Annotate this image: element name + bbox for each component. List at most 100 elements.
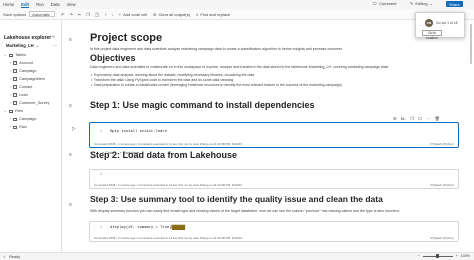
step3-heading: Step 3: Use summary tool to identify the… <box>90 194 383 204</box>
find-replace-button[interactable]: ⌕ Find and replace <box>196 12 230 17</box>
chevron-right-icon: › <box>10 85 12 89</box>
go-to-location-button[interactable]: Go to location <box>422 30 442 40</box>
notebook-app: Home Edit Run Data View 🗨 Comment ✎ Edit… <box>0 0 474 260</box>
markdown-icon[interactable]: M↓ <box>401 116 406 121</box>
collapse-section-icon[interactable]: ≡ <box>69 202 72 208</box>
comment-button[interactable]: 🗨 Comment <box>372 1 396 6</box>
chat-icon[interactable]: 🗨 <box>418 116 423 121</box>
move-up-icon[interactable]: ↑ <box>105 12 107 17</box>
cell-language[interactable]: PySpark (Python) <box>430 236 454 240</box>
tree-folder-item[interactable]: › Raw <box>10 125 27 129</box>
zoom-out-icon[interactable]: − <box>418 254 420 258</box>
move-down-icon[interactable]: ↓ <box>112 12 114 17</box>
chevron-down-icon: ⌄ <box>35 43 40 48</box>
chevron-right-icon: › <box>10 117 12 121</box>
more-icon[interactable]: ⋯ <box>53 43 57 48</box>
step2-heading: Step 2: Load data from Lakehouse <box>90 150 238 160</box>
editing-button[interactable]: ✎ Editing ⌄ <box>410 1 433 6</box>
tree-table-item[interactable]: › CampaignMem <box>10 77 45 81</box>
navigation-popup: PM Go out 1 of 18 Go to location <box>415 12 465 40</box>
line-number: 1 <box>100 173 103 177</box>
search-icon: ⌕ <box>196 11 199 17</box>
page-title: Project scope <box>90 32 163 44</box>
tree-table-item[interactable]: › Account <box>10 61 33 65</box>
objectives-heading: Objectives <box>90 53 136 63</box>
chevron-down-icon: ⌄ <box>429 1 433 6</box>
table-icon <box>13 85 18 89</box>
notebook-canvas: ≡ Project scope In this project data eng… <box>62 20 474 252</box>
toolbar: Save options Automatic ↶ ↷ ✂ ❐ 📋 ↑ ↓ + A… <box>0 9 474 20</box>
chevron-right-icon: › <box>10 77 12 81</box>
menu-bar: Home Edit Run Data View 🗨 Comment ✎ Edit… <box>0 0 474 9</box>
clear-outputs-button[interactable]: ⊘ Clear all output(s) <box>153 12 190 17</box>
share-button[interactable]: Share <box>446 1 463 7</box>
more-icon[interactable]: ⋯ <box>427 116 431 121</box>
cell-language[interactable]: PySpark (Python) <box>430 183 454 187</box>
tree-folder-item[interactable]: › Campaign <box>10 117 36 121</box>
run-cell-icon[interactable]: ▷ <box>72 126 76 132</box>
paste-icon[interactable]: 📋 <box>95 12 100 17</box>
lock-icon[interactable]: ☰ <box>393 116 397 121</box>
collapse-section-icon[interactable]: ≡ <box>69 37 72 43</box>
collapse-icon[interactable]: « <box>52 34 55 40</box>
tree-table-item[interactable]: › Contact <box>10 85 32 89</box>
tree-files[interactable]: ⌄ Files <box>4 109 23 113</box>
objective-item: Transform the data: Using PySpark code t… <box>91 78 233 82</box>
cell-language[interactable]: PySpark (Python) <box>430 142 454 146</box>
code-cell[interactable]: 1 display(df, summary = True)██████ Comm… <box>89 221 459 242</box>
cut-icon[interactable]: ✂ <box>78 12 81 17</box>
intro-text: In this project data engineers and data … <box>90 47 343 51</box>
menu-view[interactable]: View <box>67 2 76 7</box>
highlighted-token: ██████ <box>171 226 186 230</box>
line-number: 1 <box>100 130 103 134</box>
code-line: %pip install scikit-learn <box>110 130 167 134</box>
table-icon <box>13 61 18 65</box>
code-cell[interactable]: ▷ 1 %pip install scikit-learn Command 45… <box>72 122 459 148</box>
undo-icon[interactable]: ↶ <box>61 12 64 17</box>
zoom-control: − + 100% <box>418 254 470 258</box>
pencil-icon: ✎ <box>410 1 414 6</box>
step3-text: With display summary function you can ea… <box>90 209 400 213</box>
chevron-right-icon: › <box>10 61 12 65</box>
delete-icon[interactable]: 🗑 <box>435 116 440 121</box>
redo-icon[interactable]: ↷ <box>70 12 73 17</box>
zoom-slider[interactable] <box>422 254 453 258</box>
chevron-down-icon: ⌄ <box>4 109 7 113</box>
lakehouse-explorer: Lakehouse explorer « Marketing_LH ⌄ ⋯ ⌄ … <box>0 20 62 260</box>
menu-run[interactable]: Run <box>36 2 44 7</box>
collapse-section-icon[interactable]: ≡ <box>69 103 72 109</box>
tree-table-item[interactable]: › Lead <box>10 93 28 97</box>
table-icon <box>13 93 18 97</box>
folder-icon <box>13 125 18 129</box>
copy-icon[interactable]: ❐ <box>410 116 414 121</box>
zoom-slider-handle[interactable] <box>436 254 440 258</box>
save-mode-dropdown[interactable]: Automatic <box>29 11 56 17</box>
plus-icon: + <box>118 11 122 17</box>
chevron-right-icon: › <box>10 69 12 73</box>
add-code-cell-button[interactable]: + Add code cell <box>119 12 147 17</box>
copy-icon[interactable]: ❐ <box>86 12 90 17</box>
chevron-down-icon: ⌄ <box>4 53 7 57</box>
menu-home[interactable]: Home <box>3 2 14 7</box>
step1-heading: Step 1: Use magic command to install dep… <box>90 100 315 110</box>
explorer-title: Lakehouse explorer <box>4 35 52 41</box>
lakehouse-selector[interactable]: Marketing_LH ⌄ ⋯ <box>6 43 57 48</box>
collapse-section-icon[interactable]: ≡ <box>69 152 72 158</box>
tree-table-item[interactable]: › Campaign <box>10 69 36 73</box>
objective-item: Exploratory data analysis: learning abou… <box>91 73 254 77</box>
menu-data[interactable]: Data <box>51 2 60 7</box>
save-options-label: Save options <box>3 11 27 17</box>
table-icon <box>13 69 18 73</box>
tree-table-item[interactable]: › Customer_Survey <box>10 101 50 105</box>
folder-icon <box>8 53 13 57</box>
code-line: display(df, summary = True)██████ <box>110 226 186 230</box>
zoom-in-icon[interactable]: + <box>456 254 458 258</box>
menu-edit[interactable]: Edit <box>21 2 30 8</box>
objective-item: Data preparation to create a classificat… <box>91 83 342 87</box>
status-text: Ready <box>9 254 21 259</box>
tree-tables[interactable]: ⌄ Tables <box>4 53 26 57</box>
code-cell[interactable]: 1 Command 4545 • 1 minute ago • Command … <box>89 169 459 189</box>
cell-status: Command 4545 • 1 minute ago • Command ex… <box>94 236 242 240</box>
avatar: PM <box>425 19 433 27</box>
vertical-scrollbar[interactable] <box>470 24 472 64</box>
